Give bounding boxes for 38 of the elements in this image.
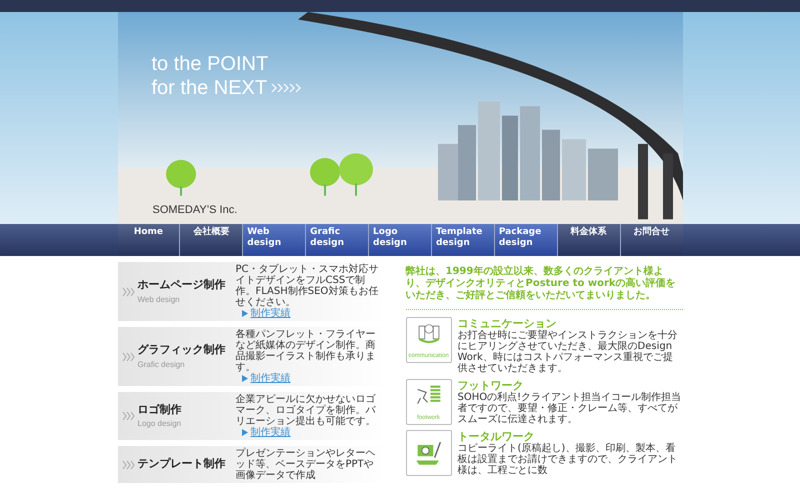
- chevrons-icon: [122, 460, 136, 470]
- service-description: プレゼンテーションやレターヘッド等、ベースデータをPPTや画像データで作成: [236, 448, 376, 481]
- nav-link[interactable]: お問合せ: [620, 224, 682, 256]
- intro-paragraph: 弊社は、1999年の設立以来、数多くのクライアント様より、デザインクオリティとPosture to workの高い評価をいただき、ご好評とご信頼をいただいてまいりました。: [406, 264, 677, 303]
- service-title: テンプレート制作: [138, 456, 226, 472]
- company-name: SOMEDAY’S Inc.: [152, 203, 238, 218]
- service-subtitle: Grafic design: [138, 358, 186, 371]
- feature-description: お打合せ時にご要望やインストラクションを十分にヒアリングさせていただき、最大限のDesign Work、時にはコストパフォーマンス重視でご提供させていただきます。: [458, 330, 678, 374]
- feature-description: コピーライト(原稿起し)、撮影、印刷、製本、看板は設置までお請けできますので、クライアント様は、工程ごとに数: [458, 443, 678, 476]
- nav-link[interactable]: Home: [118, 224, 180, 256]
- service-title: ロゴ制作: [138, 402, 182, 418]
- service-description: 各種パンフレット・フライヤーなど紙媒体のデザイン制作。商品撮影ーイラスト制作も承ります。: [236, 329, 376, 373]
- feature-title: フットワーク: [458, 379, 524, 392]
- nav-link[interactable]: Grafic design: [306, 224, 368, 256]
- tagline: to the POINT: [152, 52, 270, 76]
- nav-link[interactable]: Package design: [494, 224, 557, 256]
- chevrons-icon: [271, 82, 302, 94]
- tagline: for the NEXT: [152, 76, 268, 100]
- nav-link[interactable]: Template design: [432, 224, 494, 256]
- service-description: 企業アピールに欠かせないロゴマーク、ロゴタイプを制作。バリエーション提出も可能です。: [236, 394, 377, 427]
- triangle-icon: [242, 375, 248, 382]
- nav-link[interactable]: 料金体系: [558, 224, 620, 256]
- nav-link[interactable]: Web design: [243, 224, 306, 256]
- feature-description: SOHOの利点!クライアント担当イコール制作担当者ですので、要望・修正・クレーム等、すべてがスムーズに伝達されます。: [458, 392, 682, 425]
- chevrons-icon: [122, 352, 136, 362]
- service-title: ホームページ制作: [138, 277, 226, 294]
- service-description: PC・タブレット・スマホ対応サイトデザインをフルCSSで制作。FLASH制作SEO対策もお任せください。: [236, 264, 380, 308]
- nav-link[interactable]: 会社概要: [180, 224, 242, 256]
- chevrons-icon: [122, 286, 136, 296]
- service-subtitle: Logo design: [138, 418, 182, 430]
- service-subtitle: Web design: [138, 294, 181, 306]
- triangle-icon: [242, 310, 248, 317]
- triangle-icon: [242, 429, 248, 436]
- feature-title: コミュニケーション: [458, 317, 558, 330]
- service-title: グラフィック制作: [138, 342, 226, 358]
- nav-link[interactable]: Logo design: [369, 224, 431, 256]
- feature-title: トータルワーク: [458, 430, 534, 443]
- chevrons-icon: [122, 411, 136, 421]
